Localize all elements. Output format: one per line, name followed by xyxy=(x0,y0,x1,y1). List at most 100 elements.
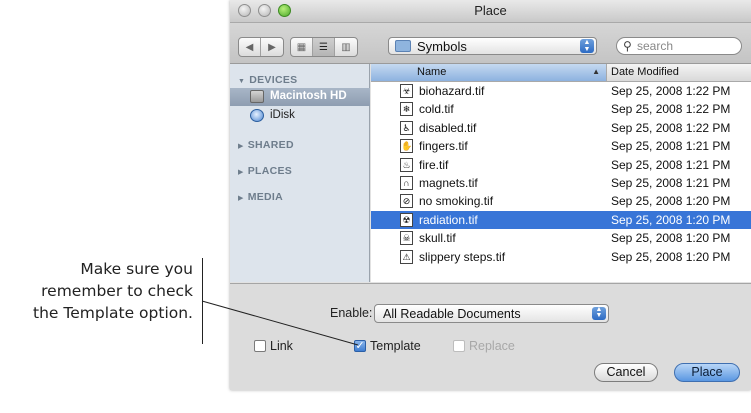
column-header-name[interactable]: Name ▲ xyxy=(371,64,607,81)
checkbox-box xyxy=(453,340,465,352)
column-view-button[interactable]: ▥ xyxy=(335,38,357,56)
location-popup[interactable]: Symbols ▲ ▼ xyxy=(388,37,597,55)
sidebar-item-label: Macintosh HD xyxy=(270,90,347,102)
file-date: Sep 25, 2008 1:20 PM xyxy=(611,194,731,209)
folder-icon xyxy=(395,40,411,52)
search-field[interactable]: ⚲ xyxy=(616,37,742,55)
snowflake-icon: ❄ xyxy=(400,102,413,117)
callout-line-3: the Template option. xyxy=(33,304,193,322)
search-input[interactable] xyxy=(637,38,733,54)
magnet-icon: ∩ xyxy=(400,176,413,190)
back-forward-control: ◀ ▶ xyxy=(238,37,284,57)
list-icon: ☰ xyxy=(319,41,328,53)
sidebar-section-shared[interactable]: ▶ SHARED xyxy=(238,139,294,151)
column-header-bar: Name ▲ Date Modified xyxy=(371,64,751,82)
forward-button[interactable]: ▶ xyxy=(261,38,283,56)
disclosure-closed-icon: ▶ xyxy=(238,169,244,176)
callout-line-1: Make sure you xyxy=(80,260,193,278)
file-name: cold.tif xyxy=(419,102,454,117)
back-button[interactable]: ◀ xyxy=(239,38,261,56)
window-title: Place xyxy=(474,3,507,18)
wheelchair-icon: ♿ xyxy=(400,120,413,135)
replace-label: Replace xyxy=(469,339,515,353)
file-name: disabled.tif xyxy=(419,120,477,135)
enable-value: All Readable Documents xyxy=(383,307,521,321)
grid-icon: ▦ xyxy=(296,41,307,53)
disclosure-open-icon: ▼ xyxy=(238,78,246,85)
checkbox-box[interactable] xyxy=(254,340,266,352)
search-icon: ⚲ xyxy=(623,39,632,53)
list-view-button[interactable]: ☰ xyxy=(313,38,335,56)
columns-icon: ▥ xyxy=(341,41,351,53)
biohazard-icon: ☣ xyxy=(400,84,413,98)
file-name: fingers.tif xyxy=(419,139,468,154)
file-date: Sep 25, 2008 1:21 PM xyxy=(611,176,731,190)
view-mode-control: ▦ ☰ ▥ xyxy=(290,37,358,57)
forward-arrow-icon: ▶ xyxy=(268,41,276,53)
no-smoking-icon: ⊘ xyxy=(400,194,413,209)
sidebar-section-devices[interactable]: ▼ DEVICES xyxy=(238,74,297,86)
file-row[interactable]: ☣ biohazard.tif Sep 25, 2008 1:22 PM xyxy=(371,82,751,100)
file-row[interactable]: ☠ skull.tif Sep 25, 2008 1:20 PM xyxy=(371,229,751,247)
sidebar-item-label: iDisk xyxy=(270,109,295,121)
file-row[interactable]: ⊘ no smoking.tif Sep 25, 2008 1:20 PM xyxy=(371,192,751,210)
callout-line-2: remember to check xyxy=(41,282,193,300)
place-dialog: Place ◀ ▶ ▦ ☰ ▥ Symbols ▲▼ ⚲ ▼DEVICES Ma… xyxy=(230,0,751,390)
place-button[interactable]: Place xyxy=(674,363,740,382)
back-arrow-icon: ◀ xyxy=(245,41,254,53)
enable-label: Enable: xyxy=(330,306,373,320)
file-row[interactable]: ✋ fingers.tif Sep 25, 2008 1:21 PM xyxy=(371,137,751,155)
file-date: Sep 25, 2008 1:21 PM xyxy=(611,157,731,172)
cancel-button[interactable]: Cancel xyxy=(594,363,658,382)
file-row[interactable]: ♨ fire.tif Sep 25, 2008 1:21 PM xyxy=(371,156,751,174)
hard-drive-icon xyxy=(250,90,264,103)
idisk-icon xyxy=(250,109,264,122)
popup-arrows-icon: ▲ ▼ xyxy=(592,306,606,320)
sidebar-item-idisk[interactable]: iDisk xyxy=(230,107,370,125)
file-name: fire.tif xyxy=(419,157,449,172)
file-date: Sep 25, 2008 1:22 PM xyxy=(611,120,731,135)
popup-arrows-icon: ▲ ▼ xyxy=(580,39,594,53)
options-panel: Enable: All Readable Documents ▲ ▼ Link ✓… xyxy=(230,283,751,390)
enable-popup[interactable]: All Readable Documents ▲ ▼ xyxy=(374,304,609,323)
title-bar: Place xyxy=(230,0,751,23)
location-label: Symbols xyxy=(417,39,467,54)
flame-icon: ♨ xyxy=(400,157,413,172)
sidebar-item-macintosh-hd[interactable]: Macintosh HD xyxy=(230,88,370,106)
file-row[interactable]: ❄ cold.tif Sep 25, 2008 1:22 PM xyxy=(371,100,751,118)
skull-icon: ☠ xyxy=(400,231,413,246)
callout-text: Make sure you remember to check the Temp… xyxy=(0,258,193,324)
file-row[interactable]: ⚠ slippery steps.tif Sep 25, 2008 1:20 PM xyxy=(371,248,751,266)
file-name: no smoking.tif xyxy=(419,194,494,209)
link-label: Link xyxy=(270,339,293,353)
file-date: Sep 25, 2008 1:20 PM xyxy=(611,212,731,227)
checkmark-icon[interactable]: ✓ xyxy=(354,340,366,352)
disclosure-closed-icon: ▶ xyxy=(238,195,244,202)
file-date: Sep 25, 2008 1:22 PM xyxy=(611,102,731,117)
radiation-icon: ☢ xyxy=(400,212,413,227)
file-row[interactable]: ♿ disabled.tif Sep 25, 2008 1:22 PM xyxy=(371,119,751,137)
slippery-steps-icon: ⚠ xyxy=(400,249,413,264)
file-name: magnets.tif xyxy=(419,176,478,190)
column-header-date[interactable]: Date Modified xyxy=(611,66,679,78)
toolbar: ◀ ▶ ▦ ☰ ▥ Symbols ▲ ▼ ⚲ xyxy=(230,23,751,64)
file-date: Sep 25, 2008 1:21 PM xyxy=(611,139,731,154)
file-date: Sep 25, 2008 1:22 PM xyxy=(611,84,731,98)
file-date: Sep 25, 2008 1:20 PM xyxy=(611,249,731,264)
file-row[interactable]: ☢ radiation.tif Sep 25, 2008 1:20 PM xyxy=(371,210,751,229)
sort-ascending-icon: ▲ xyxy=(592,67,600,76)
file-name: skull.tif xyxy=(419,231,456,246)
disclosure-closed-icon: ▶ xyxy=(238,143,244,150)
file-list: Name ▲ Date Modified ☣ biohazard.tif Sep 2… xyxy=(371,64,751,282)
file-name: slippery steps.tif xyxy=(419,249,506,264)
callout-bracket xyxy=(202,258,203,344)
sidebar-section-places[interactable]: ▶ PLACES xyxy=(238,165,292,177)
sidebar: ▼ DEVICES Macintosh HD iDisk ▶ SHARED ▶ PLA… xyxy=(230,64,370,282)
file-name: radiation.tif xyxy=(419,212,478,227)
icon-view-button[interactable]: ▦ xyxy=(291,38,313,56)
file-name: biohazard.tif xyxy=(419,84,485,98)
file-row[interactable]: ∩ magnets.tif Sep 25, 2008 1:21 PM xyxy=(371,174,751,192)
file-date: Sep 25, 2008 1:20 PM xyxy=(611,231,731,246)
hand-icon: ✋ xyxy=(400,139,413,154)
sidebar-section-media[interactable]: ▶ MEDIA xyxy=(238,191,283,203)
